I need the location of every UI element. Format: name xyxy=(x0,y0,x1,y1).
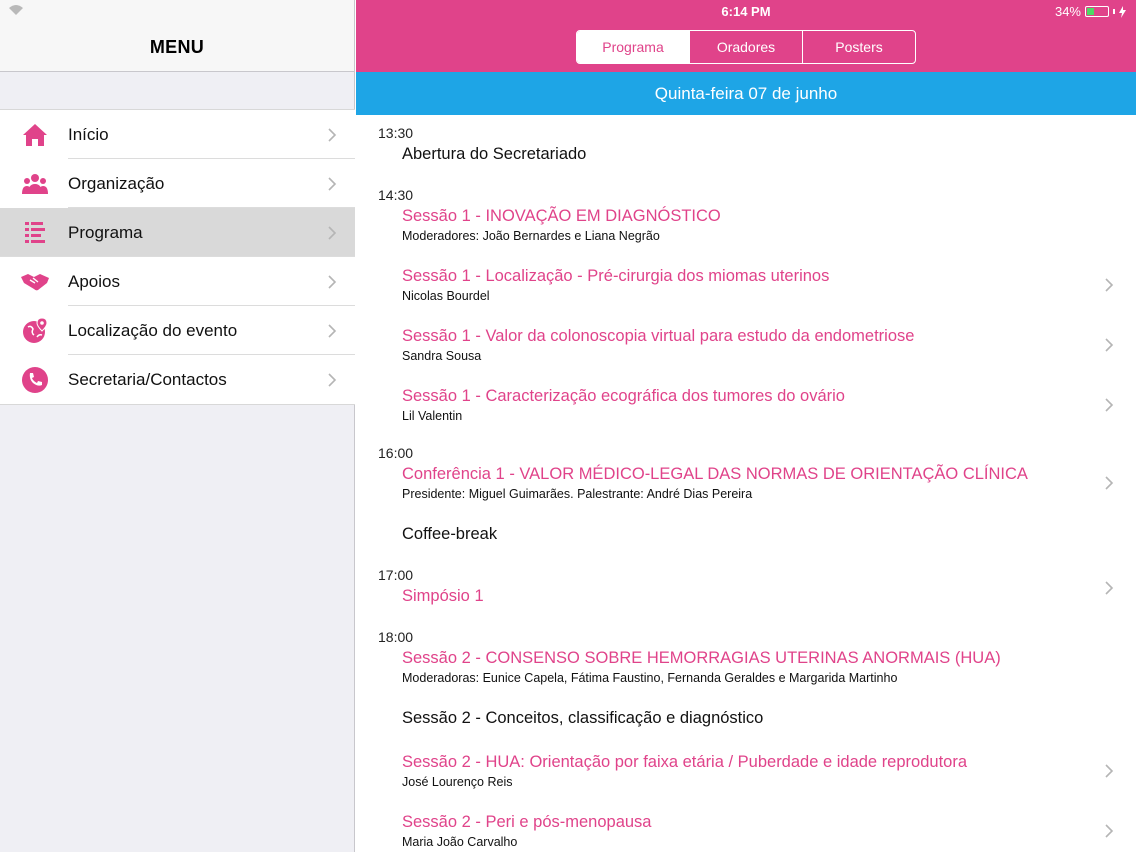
schedule-item[interactable]: Sessão 1 - Caracterização ecográfica dos… xyxy=(402,387,1136,423)
status-time: 6:14 PM xyxy=(721,4,771,19)
item-title: Sessão 2 - CONSENSO SOBRE HEMORRAGIAS UT… xyxy=(402,649,1001,667)
item-subtitle: Nicolas Bourdel xyxy=(402,289,490,303)
item-title: Sessão 1 - Valor da colonoscopia virtual… xyxy=(402,327,915,345)
item-subtitle: Sandra Sousa xyxy=(402,349,482,363)
item-subtitle: Maria João Carvalho xyxy=(402,835,518,849)
chevron-right-icon xyxy=(328,225,337,240)
sidebar-item-label: Programa xyxy=(68,222,143,242)
item-title: Sessão 1 - INOVAÇÃO EM DIAGNÓSTICO xyxy=(402,207,721,225)
item-subtitle: José Lourenço Reis xyxy=(402,775,513,789)
schedule-item[interactable]: Abertura do Secretariado xyxy=(402,145,1136,164)
item-subtitle: Moderadores: João Bernardes e Liana Negr… xyxy=(402,229,660,243)
time-label: 13:30 xyxy=(378,125,414,141)
item-subtitle: Presidente: Miguel Guimarães. Palestrant… xyxy=(402,487,753,501)
tab-segmented-control: Programa Oradores Posters xyxy=(576,30,916,64)
schedule-item[interactable]: Sessão 1 - Valor da colonoscopia virtual… xyxy=(402,327,1136,363)
sidebar-item-programa[interactable]: Programa xyxy=(0,208,355,257)
schedule-item[interactable]: Sessão 1 - INOVAÇÃO EM DIAGNÓSTICO Moder… xyxy=(402,207,1136,243)
schedule-item[interactable]: Sessão 1 - Localização - Pré-cirurgia do… xyxy=(402,267,1136,303)
chevron-right-icon xyxy=(1105,476,1114,490)
tab-posters[interactable]: Posters xyxy=(803,31,915,63)
date-header: Quinta-feira 07 de junho xyxy=(356,72,1136,115)
schedule-item[interactable]: Sessão 2 - Conceitos, classificação e di… xyxy=(402,709,1136,728)
item-title: Coffee-break xyxy=(402,525,498,543)
chevron-right-icon xyxy=(1105,398,1114,412)
chevron-right-icon xyxy=(1105,581,1114,595)
chevron-right-icon xyxy=(1105,764,1114,778)
charging-icon xyxy=(1119,5,1126,18)
sidebar-item-inicio[interactable]: Início xyxy=(0,110,355,159)
item-title: Abertura do Secretariado xyxy=(402,145,587,163)
time-label: 16:00 xyxy=(378,445,414,461)
chevron-right-icon xyxy=(328,274,337,289)
battery-percent: 34% xyxy=(1054,4,1081,19)
sidebar-item-localizacao[interactable]: Localização do evento xyxy=(0,306,355,355)
sidebar-item-organizacao[interactable]: Organização xyxy=(0,159,355,208)
chevron-right-icon xyxy=(1105,278,1114,292)
chevron-right-icon xyxy=(328,372,337,387)
sidebar-item-label: Organização xyxy=(68,173,165,193)
chevron-right-icon xyxy=(1105,338,1114,352)
people-icon xyxy=(20,169,50,199)
chevron-right-icon xyxy=(328,323,337,338)
item-title: Simpósio 1 xyxy=(402,587,484,605)
time-label: 18:00 xyxy=(378,629,414,645)
sidebar-item-apoios[interactable]: Apoios xyxy=(0,257,355,306)
item-subtitle: Moderadoras: Eunice Capela, Fátima Faust… xyxy=(402,671,898,685)
sidebar: MENU Início Organização Programa Apoios … xyxy=(0,0,355,852)
item-title: Sessão 1 - Caracterização ecográfica dos… xyxy=(402,387,845,405)
sidebar-item-label: Secretaria/Contactos xyxy=(68,369,227,389)
top-bar: 6:14 PM 34% Programa Oradores Posters xyxy=(356,0,1136,72)
sidebar-item-label: Início xyxy=(68,124,109,144)
main-panel: 6:14 PM 34% Programa Oradores Posters Qu… xyxy=(356,0,1136,852)
schedule-item[interactable]: Sessão 2 - HUA: Orientação por faixa etá… xyxy=(402,753,1136,789)
handshake-icon xyxy=(20,267,50,297)
schedule-list: 13:30 Abertura do Secretariado 14:30 Ses… xyxy=(356,115,1136,852)
schedule-item[interactable]: Sessão 2 - Peri e pós-menopausa Maria Jo… xyxy=(402,813,1136,849)
chevron-right-icon xyxy=(328,127,337,142)
item-title: Sessão 2 - Peri e pós-menopausa xyxy=(402,813,652,831)
schedule-item[interactable]: Conferência 1 - VALOR MÉDICO-LEGAL DAS N… xyxy=(402,465,1136,501)
schedule-item[interactable]: Simpósio 1 xyxy=(402,581,1136,606)
tab-programa[interactable]: Programa xyxy=(577,31,690,63)
menu-list: Início Organização Programa Apoios Local… xyxy=(0,109,355,405)
tab-oradores[interactable]: Oradores xyxy=(690,31,803,63)
time-label: 14:30 xyxy=(378,187,414,203)
chevron-right-icon xyxy=(328,176,337,191)
schedule-item[interactable]: Sessão 2 - CONSENSO SOBRE HEMORRAGIAS UT… xyxy=(402,649,1136,685)
sidebar-item-secretaria[interactable]: Secretaria/Contactos xyxy=(0,355,355,404)
item-title: Sessão 1 - Localização - Pré-cirurgia do… xyxy=(402,267,830,285)
time-label: 17:00 xyxy=(378,567,414,583)
item-subtitle: Lil Valentin xyxy=(402,409,463,423)
item-title: Sessão 2 - Conceitos, classificação e di… xyxy=(402,709,764,727)
sidebar-item-label: Localização do evento xyxy=(68,320,238,340)
sidebar-item-label: Apoios xyxy=(68,271,120,291)
sidebar-header: MENU xyxy=(0,0,354,72)
chevron-right-icon xyxy=(1105,824,1114,838)
phone-icon xyxy=(20,365,50,395)
wifi-icon xyxy=(8,4,24,19)
item-title: Sessão 2 - HUA: Orientação por faixa etá… xyxy=(402,753,967,771)
home-icon xyxy=(20,120,50,150)
menu-title: MENU xyxy=(149,37,205,57)
battery-icon xyxy=(1085,6,1109,17)
item-title: Conferência 1 - VALOR MÉDICO-LEGAL DAS N… xyxy=(402,465,1028,483)
battery-indicator: 34% xyxy=(1055,4,1126,19)
globe-pin-icon xyxy=(20,316,50,346)
schedule-item[interactable]: Coffee-break xyxy=(402,525,1136,544)
list-icon xyxy=(20,218,50,248)
